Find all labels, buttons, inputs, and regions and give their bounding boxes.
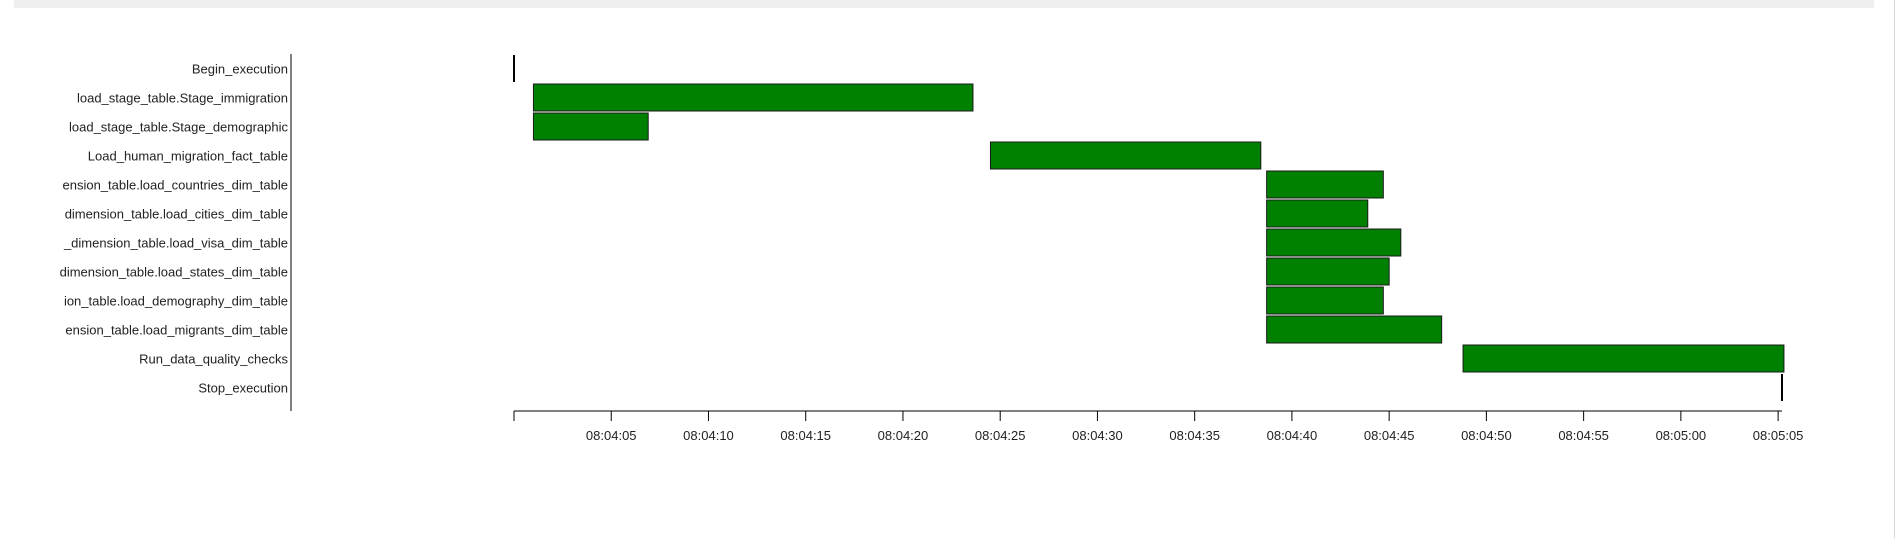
x-tick-label: 08:05:00 <box>1656 428 1707 443</box>
x-tick-label: 08:04:30 <box>1072 428 1123 443</box>
x-tick-label: 08:04:20 <box>878 428 929 443</box>
x-tick-label: 08:04:10 <box>683 428 734 443</box>
task-bar[interactable] <box>1266 315 1443 344</box>
task-label: load_stage_table.Stage_immigration <box>77 91 288 106</box>
x-tick-label: 08:04:35 <box>1169 428 1220 443</box>
task-label: Stop_execution <box>198 381 288 396</box>
x-tick-label: 08:04:25 <box>975 428 1026 443</box>
x-tick-label: 08:04:55 <box>1558 428 1609 443</box>
task-bar[interactable] <box>532 83 974 112</box>
task-bars <box>513 55 1785 401</box>
task-bar[interactable] <box>1266 170 1384 199</box>
task-label: ension_table.load_migrants_dim_table <box>65 323 288 338</box>
x-tick-label: 08:04:45 <box>1364 428 1415 443</box>
task-bar[interactable] <box>532 112 649 141</box>
task-label: ion_table.load_demography_dim_table <box>64 294 288 309</box>
task-bar[interactable] <box>1266 199 1369 228</box>
task-bar[interactable] <box>989 141 1262 170</box>
task-bar[interactable] <box>1266 257 1390 286</box>
task-bar[interactable] <box>1266 286 1384 315</box>
gantt-chart: Begin_execution load_stage_table.Stage_im… <box>60 54 1804 443</box>
x-tick-label: 08:04:05 <box>586 428 637 443</box>
x-tick-label: 08:04:50 <box>1461 428 1512 443</box>
x-tick-label: 08:05:05 <box>1753 428 1804 443</box>
task-labels: Begin_execution load_stage_table.Stage_im… <box>60 62 289 396</box>
task-label: _dimension_table.load_visa_dim_table <box>63 236 288 251</box>
x-tick-label: 08:04:15 <box>780 428 831 443</box>
task-label: load_stage_table.Stage_demographic <box>69 120 289 135</box>
task-label: Load_human_migration_fact_table <box>88 149 288 164</box>
task-label: Begin_execution <box>192 62 288 77</box>
task-bar[interactable] <box>1266 228 1402 257</box>
x-axis-ticks: 08:04:05 08:04:10 08:04:15 08:04:20 08:04:25… <box>513 411 1804 443</box>
x-tick-label: 08:04:40 <box>1267 428 1318 443</box>
task-bar[interactable] <box>1462 344 1785 373</box>
task-label: dimension_table.load_cities_dim_table <box>65 207 288 222</box>
task-label: Run_data_quality_checks <box>139 352 288 367</box>
task-label: dimension_table.load_states_dim_table <box>60 265 288 280</box>
task-label: ension_table.load_countries_dim_table <box>63 178 289 193</box>
